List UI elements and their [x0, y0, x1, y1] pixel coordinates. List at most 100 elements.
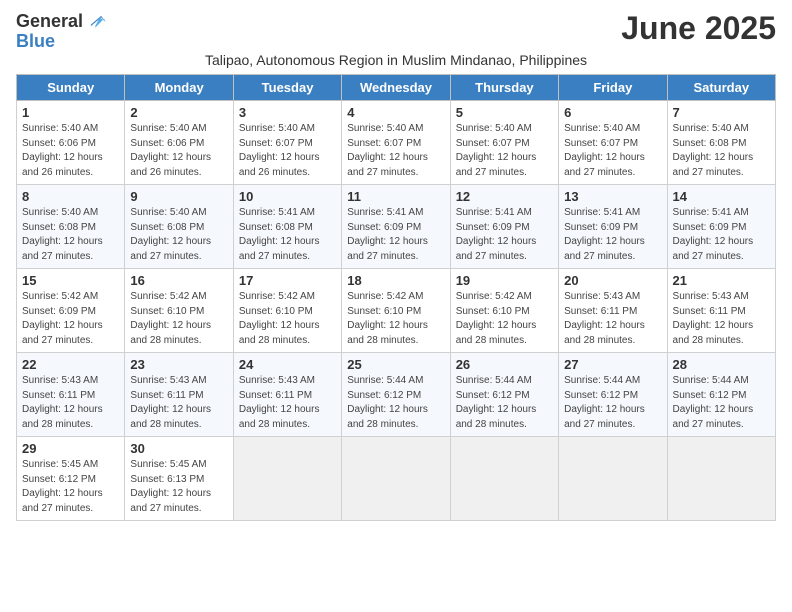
day-number: 29: [22, 441, 119, 456]
calendar-cell: 20Sunrise: 5:43 AM Sunset: 6:11 PM Dayli…: [559, 269, 667, 353]
calendar-table: SundayMondayTuesdayWednesdayThursdayFrid…: [16, 74, 776, 521]
day-info: Sunrise: 5:43 AM Sunset: 6:11 PM Dayligh…: [239, 374, 336, 432]
day-info: Sunrise: 5:40 AM Sunset: 6:06 PM Dayligh…: [22, 122, 119, 180]
day-number: 30: [130, 441, 227, 456]
calendar-cell: 23 Sunrise: 5:43 AM Sunset: 6:11 PM Dayli…: [125, 353, 233, 437]
day-info: Sunrise: 5:45 AM Sunset: 6:13 PM Dayligh…: [130, 458, 227, 516]
day-number: 22: [22, 357, 119, 372]
day-info: Sunrise: 5:44 AM Sunset: 6:12 PM Dayligh…: [347, 374, 444, 432]
calendar-cell: 18Sunrise: 5:42 AM Sunset: 6:10 PM Dayli…: [342, 269, 450, 353]
calendar-cell: [342, 437, 450, 521]
day-info: Sunrise: 5:42 AM Sunset: 6:10 PM Dayligh…: [456, 290, 553, 348]
day-info: Sunrise: 5:41 AM Sunset: 6:09 PM Dayligh…: [564, 206, 661, 264]
calendar-cell: 30 Sunrise: 5:45 AM Sunset: 6:13 PM Dayli…: [125, 437, 233, 521]
day-info: Sunrise: 5:44 AM Sunset: 6:12 PM Dayligh…: [564, 374, 661, 432]
calendar-cell: 14 Sunrise: 5:41 AM Sunset: 6:09 PM Dayli…: [667, 185, 775, 269]
day-number: 24: [239, 357, 336, 372]
logo-general: General: [16, 12, 83, 30]
weekday-wednesday: Wednesday: [342, 75, 450, 101]
calendar-cell: 16 Sunrise: 5:42 AM Sunset: 6:10 PM Dayli…: [125, 269, 233, 353]
calendar-cell: 24 Sunrise: 5:43 AM Sunset: 6:11 PM Dayli…: [233, 353, 341, 437]
day-info: Sunrise: 5:40 AM Sunset: 6:08 PM Dayligh…: [673, 122, 770, 180]
calendar-cell: 7 Sunrise: 5:40 AM Sunset: 6:08 PM Daylig…: [667, 101, 775, 185]
day-info: Sunrise: 5:41 AM Sunset: 6:09 PM Dayligh…: [456, 206, 553, 264]
calendar-cell: 17 Sunrise: 5:42 AM Sunset: 6:10 PM Dayli…: [233, 269, 341, 353]
day-info: Sunrise: 5:43 AM Sunset: 6:11 PM Dayligh…: [22, 374, 119, 432]
day-info: Sunrise: 5:40 AM Sunset: 6:07 PM Dayligh…: [239, 122, 336, 180]
day-number: 5: [456, 105, 553, 120]
calendar-body: 1 Sunrise: 5:40 AM Sunset: 6:06 PM Daylig…: [17, 101, 776, 521]
day-number: 21: [673, 273, 770, 288]
calendar-cell: 28 Sunrise: 5:44 AM Sunset: 6:12 PM Dayli…: [667, 353, 775, 437]
day-number: 1: [22, 105, 119, 120]
day-number: 23: [130, 357, 227, 372]
day-info: Sunrise: 5:40 AM Sunset: 6:06 PM Dayligh…: [130, 122, 227, 180]
day-number: 3: [239, 105, 336, 120]
weekday-sunday: Sunday: [17, 75, 125, 101]
calendar-cell: 21Sunrise: 5:43 AM Sunset: 6:11 PM Dayli…: [667, 269, 775, 353]
day-number: 14: [673, 189, 770, 204]
day-info: Sunrise: 5:41 AM Sunset: 6:09 PM Dayligh…: [347, 206, 444, 264]
weekday-saturday: Saturday: [667, 75, 775, 101]
weekday-tuesday: Tuesday: [233, 75, 341, 101]
weekday-header-row: SundayMondayTuesdayWednesdayThursdayFrid…: [17, 75, 776, 101]
day-info: Sunrise: 5:43 AM Sunset: 6:11 PM Dayligh…: [130, 374, 227, 432]
calendar-subtitle: Talipao, Autonomous Region in Muslim Min…: [16, 52, 776, 68]
day-number: 25: [347, 357, 444, 372]
day-number: 28: [673, 357, 770, 372]
day-info: Sunrise: 5:43 AM Sunset: 6:11 PM Dayligh…: [564, 290, 661, 348]
calendar-cell: 6 Sunrise: 5:40 AM Sunset: 6:07 PM Daylig…: [559, 101, 667, 185]
logo: General Blue: [16, 10, 107, 50]
day-number: 19: [456, 273, 553, 288]
calendar-cell: [559, 437, 667, 521]
day-info: Sunrise: 5:44 AM Sunset: 6:12 PM Dayligh…: [456, 374, 553, 432]
day-info: Sunrise: 5:44 AM Sunset: 6:12 PM Dayligh…: [673, 374, 770, 432]
day-info: Sunrise: 5:40 AM Sunset: 6:07 PM Dayligh…: [347, 122, 444, 180]
day-number: 9: [130, 189, 227, 204]
calendar-cell: 5 Sunrise: 5:40 AM Sunset: 6:07 PM Daylig…: [450, 101, 558, 185]
calendar-cell: 22 Sunrise: 5:43 AM Sunset: 6:11 PM Dayli…: [17, 353, 125, 437]
day-info: Sunrise: 5:42 AM Sunset: 6:10 PM Dayligh…: [239, 290, 336, 348]
calendar-cell: 25 Sunrise: 5:44 AM Sunset: 6:12 PM Dayli…: [342, 353, 450, 437]
day-info: Sunrise: 5:40 AM Sunset: 6:07 PM Dayligh…: [564, 122, 661, 180]
calendar-cell: 10Sunrise: 5:41 AM Sunset: 6:08 PM Dayli…: [233, 185, 341, 269]
calendar-cell: [233, 437, 341, 521]
calendar-cell: 2 Sunrise: 5:40 AM Sunset: 6:06 PM Daylig…: [125, 101, 233, 185]
day-number: 16: [130, 273, 227, 288]
calendar-week-1: 1 Sunrise: 5:40 AM Sunset: 6:06 PM Daylig…: [17, 101, 776, 185]
calendar-cell: 3 Sunrise: 5:40 AM Sunset: 6:07 PM Daylig…: [233, 101, 341, 185]
weekday-monday: Monday: [125, 75, 233, 101]
day-number: 27: [564, 357, 661, 372]
calendar-week-3: 15 Sunrise: 5:42 AM Sunset: 6:09 PM Dayli…: [17, 269, 776, 353]
day-info: Sunrise: 5:40 AM Sunset: 6:08 PM Dayligh…: [130, 206, 227, 264]
day-info: Sunrise: 5:41 AM Sunset: 6:09 PM Dayligh…: [673, 206, 770, 264]
calendar-cell: [667, 437, 775, 521]
day-number: 2: [130, 105, 227, 120]
weekday-friday: Friday: [559, 75, 667, 101]
calendar-cell: 27 Sunrise: 5:44 AM Sunset: 6:12 PM Dayli…: [559, 353, 667, 437]
calendar-cell: 12 Sunrise: 5:41 AM Sunset: 6:09 PM Dayli…: [450, 185, 558, 269]
calendar-cell: 15 Sunrise: 5:42 AM Sunset: 6:09 PM Dayli…: [17, 269, 125, 353]
calendar-cell: 29 Sunrise: 5:45 AM Sunset: 6:12 PM Dayli…: [17, 437, 125, 521]
day-number: 11: [347, 189, 444, 204]
day-info: Sunrise: 5:42 AM Sunset: 6:10 PM Dayligh…: [130, 290, 227, 348]
calendar-cell: 8Sunrise: 5:40 AM Sunset: 6:08 PM Daylig…: [17, 185, 125, 269]
day-number: 6: [564, 105, 661, 120]
day-info: Sunrise: 5:42 AM Sunset: 6:09 PM Dayligh…: [22, 290, 119, 348]
day-number: 8: [22, 189, 119, 204]
day-number: 26: [456, 357, 553, 372]
day-number: 15: [22, 273, 119, 288]
calendar-cell: 1 Sunrise: 5:40 AM Sunset: 6:06 PM Daylig…: [17, 101, 125, 185]
day-number: 18: [347, 273, 444, 288]
day-number: 13: [564, 189, 661, 204]
calendar-cell: 13 Sunrise: 5:41 AM Sunset: 6:09 PM Dayli…: [559, 185, 667, 269]
calendar-week-2: 8 Sunrise: 5:40 AM Sunset: 6:08 PM Daylig…: [17, 185, 776, 269]
day-info: Sunrise: 5:40 AM Sunset: 6:07 PM Dayligh…: [456, 122, 553, 180]
day-info: Sunrise: 5:41 AM Sunset: 6:08 PM Dayligh…: [239, 206, 336, 264]
header: General Blue June 2025: [16, 10, 776, 50]
day-number: 12: [456, 189, 553, 204]
day-number: 17: [239, 273, 336, 288]
calendar-cell: [450, 437, 558, 521]
day-number: 7: [673, 105, 770, 120]
day-info: Sunrise: 5:45 AM Sunset: 6:12 PM Dayligh…: [22, 458, 119, 516]
